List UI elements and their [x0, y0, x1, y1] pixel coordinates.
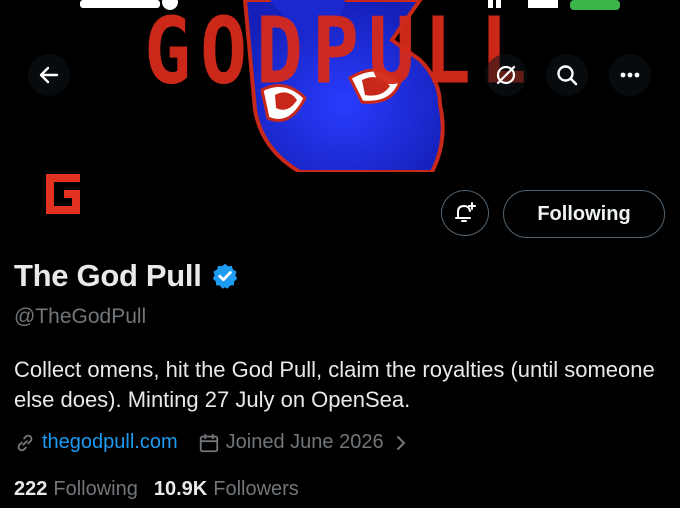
website-link[interactable]: thegodpull.com	[42, 431, 178, 454]
more-dots-icon	[620, 72, 640, 78]
followers-count: 10.9K	[153, 478, 208, 500]
profile-meta: thegodpull.com Joined June 2026	[14, 431, 410, 454]
status-bar	[0, 0, 680, 14]
chevron-right-icon[interactable]	[392, 433, 410, 453]
followers-label: Followers	[213, 478, 299, 500]
hide-button[interactable]	[485, 54, 527, 96]
follow-counts: 222 Following 10.9K Followers	[14, 478, 299, 501]
back-button[interactable]	[28, 54, 70, 96]
godpull-logo	[46, 174, 80, 214]
bio: Collect omens, hit the God Pull, claim t…	[14, 357, 655, 412]
joined-date: Joined June 2026	[225, 431, 384, 453]
eye-slash-icon	[496, 65, 516, 85]
back-arrow-icon	[39, 66, 59, 84]
search-icon	[557, 65, 578, 86]
verified-badge-icon[interactable]	[211, 262, 239, 290]
calendar-icon	[199, 433, 218, 452]
handle: @TheGodPull	[14, 305, 147, 328]
following-label: Following	[53, 478, 138, 500]
name-row: The God Pull	[14, 258, 239, 294]
link-icon	[17, 434, 33, 451]
followers-stat[interactable]: 10.9K Followers	[154, 478, 299, 501]
following-button[interactable]: Following	[503, 190, 665, 238]
search-button[interactable]	[546, 54, 588, 96]
more-button[interactable]	[609, 54, 651, 96]
avatar[interactable]	[40, 168, 92, 220]
following-count: 222	[14, 478, 48, 500]
notifications-button[interactable]	[441, 190, 489, 236]
display-name: The God Pull	[14, 258, 202, 293]
following-stat[interactable]: 222 Following	[14, 478, 138, 501]
bell-plus-icon	[455, 202, 476, 222]
